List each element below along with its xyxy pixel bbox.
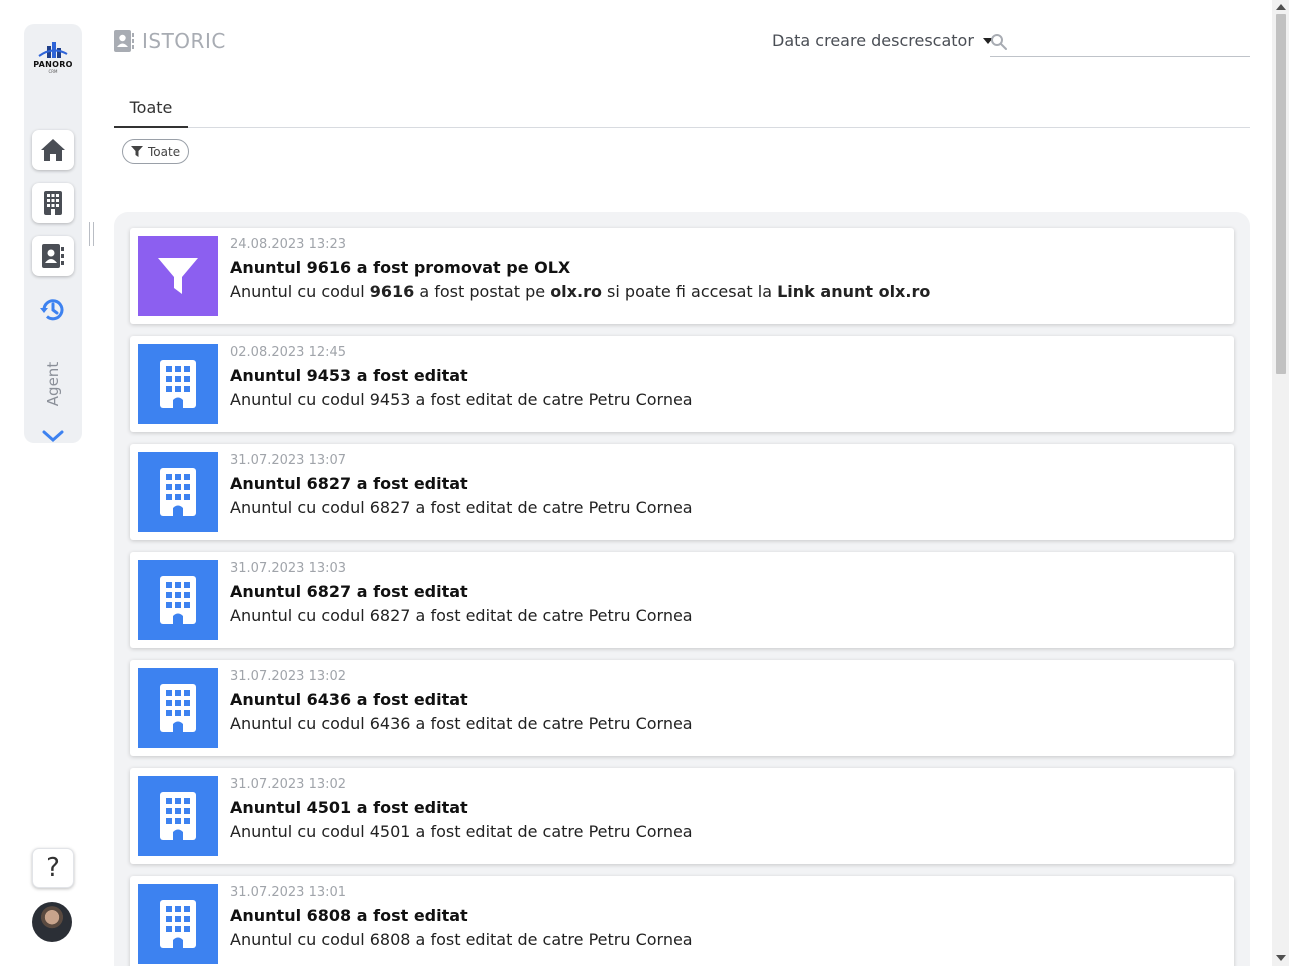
agent-expand[interactable] xyxy=(41,428,65,448)
card-icon-tile xyxy=(138,344,218,424)
sidebar: PANORO CRM Agent xyxy=(24,24,82,443)
filter-chip-label: Toate xyxy=(148,144,181,159)
nav-contacts[interactable] xyxy=(32,236,74,276)
card-description-text: Anuntul cu codul xyxy=(230,282,370,301)
history-card[interactable]: 31.07.2023 13:01 Anuntul 6808 a fost edit… xyxy=(130,876,1234,966)
building-icon xyxy=(160,576,196,624)
history-card[interactable]: 31.07.2023 13:07 Anuntul 6827 a fost edit… xyxy=(130,444,1234,540)
page-title: ISTORIC xyxy=(114,29,226,53)
history-feed: 24.08.2023 13:23 Anuntul 9616 a fost prom… xyxy=(114,212,1250,966)
building-icon xyxy=(160,468,196,516)
history-card[interactable]: 31.07.2023 13:02 Anuntul 6436 a fost edit… xyxy=(130,660,1234,756)
card-date: 31.07.2023 13:01 xyxy=(230,885,347,900)
card-title: Anuntul 9616 a fost promovat pe OLX xyxy=(230,258,571,277)
tab-bar: Toate xyxy=(114,88,1250,128)
card-date: 31.07.2023 13:02 xyxy=(230,777,347,792)
search-input[interactable] xyxy=(1014,29,1250,55)
contact-book-icon xyxy=(42,244,64,268)
history-card[interactable]: 31.07.2023 13:02 Anuntul 4501 a fost edit… xyxy=(130,768,1234,864)
card-title: Anuntul 6827 a fost editat xyxy=(230,582,468,601)
card-title: Anuntul 6436 a fost editat xyxy=(230,690,468,709)
card-title: Anuntul 9453 a fost editat xyxy=(230,366,468,385)
agent-label[interactable]: Agent xyxy=(38,354,68,414)
card-description-text: Anuntul cu codul 6808 a fost editat de c… xyxy=(230,930,693,949)
card-date: 31.07.2023 13:02 xyxy=(230,669,347,684)
card-description: Anuntul cu codul 6808 a fost editat de c… xyxy=(230,930,693,949)
history-card[interactable]: 24.08.2023 13:23 Anuntul 9616 a fost prom… xyxy=(130,228,1234,324)
search-icon xyxy=(991,34,1007,50)
filter-chip[interactable]: Toate xyxy=(122,139,190,164)
card-description-text: Anuntul cu codul 4501 a fost editat de c… xyxy=(230,822,693,841)
filter-icon xyxy=(131,146,143,157)
card-description-highlight: olx.ro xyxy=(550,282,602,301)
building-icon xyxy=(44,191,62,215)
scroll-up-arrow[interactable] xyxy=(1276,4,1286,10)
card-icon-tile xyxy=(138,884,218,964)
card-description: Anuntul cu codul 9453 a fost editat de c… xyxy=(230,390,693,409)
card-description-text: si poate fi accesat la xyxy=(601,282,778,301)
history-card[interactable]: 02.08.2023 12:45 Anuntul 9453 a fost edit… xyxy=(130,336,1234,432)
card-description: Anuntul cu codul 6436 a fost editat de c… xyxy=(230,714,693,733)
card-description: Anuntul cu codul 9616 a fost postat pe o… xyxy=(230,282,930,301)
page-scrollbar[interactable] xyxy=(1272,0,1289,966)
card-description-highlight: 9616 xyxy=(369,282,415,301)
card-date: 02.08.2023 12:45 xyxy=(230,345,347,360)
card-description-highlight[interactable]: Link anunt olx.ro xyxy=(777,282,930,301)
scroll-down-arrow[interactable] xyxy=(1276,955,1286,961)
card-icon-tile xyxy=(138,776,218,856)
building-icon xyxy=(160,792,196,840)
history-icon xyxy=(40,299,64,321)
card-icon-tile xyxy=(138,452,218,532)
nav-home[interactable] xyxy=(32,130,74,170)
card-title: Anuntul 6827 a fost editat xyxy=(230,474,468,493)
card-date: 31.07.2023 13:03 xyxy=(230,561,347,576)
sort-select-value: Data creare descrescator xyxy=(772,31,974,50)
building-icon xyxy=(160,684,196,732)
sidebar-resize-handle[interactable] xyxy=(89,222,94,246)
search-field[interactable] xyxy=(990,28,1250,57)
history-card[interactable]: 31.07.2023 13:03 Anuntul 6827 a fost edit… xyxy=(130,552,1234,648)
card-icon-tile xyxy=(138,560,218,640)
card-description: Anuntul cu codul 4501 a fost editat de c… xyxy=(230,822,693,841)
brand-logo[interactable]: PANORO CRM xyxy=(28,40,78,82)
card-description-text: Anuntul cu codul 6827 a fost editat de c… xyxy=(230,606,693,625)
scroll-thumb[interactable] xyxy=(1276,14,1286,374)
card-description-text: Anuntul cu codul 9453 a fost editat de c… xyxy=(230,390,693,409)
card-description-text: Anuntul cu codul 6436 a fost editat de c… xyxy=(230,714,693,733)
card-description: Anuntul cu codul 6827 a fost editat de c… xyxy=(230,606,693,625)
logo-icon xyxy=(38,42,68,58)
page-title-text: ISTORIC xyxy=(142,29,226,53)
card-title: Anuntul 4501 a fost editat xyxy=(230,798,468,817)
card-title: Anuntul 6808 a fost editat xyxy=(230,906,468,925)
sort-select[interactable]: Data creare descrescator xyxy=(772,31,994,50)
building-icon xyxy=(160,900,196,948)
chevron-down-icon xyxy=(42,430,64,443)
nav-properties[interactable] xyxy=(32,183,74,223)
brand-name: PANORO xyxy=(33,60,73,69)
card-description: Anuntul cu codul 6827 a fost editat de c… xyxy=(230,498,693,517)
card-date: 24.08.2023 13:23 xyxy=(230,237,347,252)
building-icon xyxy=(160,360,196,408)
help-button[interactable]: ? xyxy=(32,848,74,888)
card-description-text: Anuntul cu codul 6827 a fost editat de c… xyxy=(230,498,693,517)
card-icon-tile xyxy=(138,668,218,748)
home-icon xyxy=(41,139,65,161)
brand-sub: CRM xyxy=(48,69,58,74)
filter-icon xyxy=(158,258,198,294)
card-description-text: a fost postat pe xyxy=(414,282,551,301)
tab-toate[interactable]: Toate xyxy=(114,88,188,128)
avatar[interactable] xyxy=(32,902,72,942)
card-icon-tile xyxy=(138,236,218,316)
nav-history[interactable] xyxy=(32,290,74,330)
card-date: 31.07.2023 13:07 xyxy=(230,453,347,468)
contact-book-icon xyxy=(114,30,134,52)
